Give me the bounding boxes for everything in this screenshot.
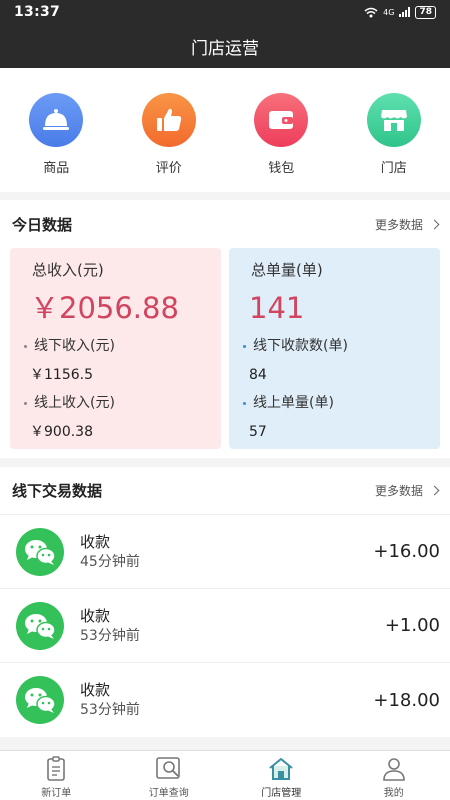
network-label: 4G <box>383 7 395 17</box>
home-icon <box>267 755 295 783</box>
quick-action-store[interactable]: 门店 <box>338 68 450 192</box>
quick-action-products[interactable]: 商品 <box>0 68 113 192</box>
header: 门店运营 <box>0 24 450 68</box>
transaction-row[interactable]: 收款 53分钟前 +18.00 <box>0 663 450 737</box>
online-orders-value: 57 <box>249 424 267 440</box>
offline-orders-label: 线下收款数(单) <box>253 338 348 354</box>
bullet-dot <box>24 344 27 348</box>
wechat-icon <box>16 527 64 576</box>
search-list-icon <box>155 755 183 783</box>
wifi-icon <box>364 7 378 17</box>
quick-action-label: 钱包 <box>268 161 295 176</box>
bullet-dot <box>24 401 27 405</box>
transaction-title: 收款 <box>80 532 111 551</box>
tab-label: 订单查询 <box>148 787 189 799</box>
wechat-icon <box>16 601 64 650</box>
more-data-link[interactable]: 更多数据 <box>374 482 440 499</box>
transaction-amount: +1.00 <box>384 615 440 636</box>
online-income-label: 线上收入(元) <box>34 395 115 411</box>
transaction-row[interactable]: 收款 45分钟前 +16.00 <box>0 515 450 589</box>
orders-title: 总单量(单) <box>251 261 323 279</box>
signal-icon <box>399 7 411 17</box>
bottom-tab-bar: 新订单 订单查询 门店管理 我的 <box>0 750 450 800</box>
store-icon <box>366 93 421 147</box>
online-orders-label: 线上单量(单) <box>253 395 334 411</box>
online-income-value: ￥900.38 <box>30 424 93 440</box>
quick-action-wallet[interactable]: 钱包 <box>225 68 338 192</box>
transaction-time: 45分钟前 <box>80 553 140 570</box>
quick-action-reviews[interactable]: 评价 <box>113 68 226 192</box>
today-data-section: 今日数据 更多数据 总收入(元) ￥2056.88 线下收入(元) ￥1156.… <box>0 200 450 458</box>
thumbs-up-icon <box>141 93 196 147</box>
dome-icon <box>29 93 84 147</box>
offline-transactions-section: 线下交易数据 更多数据 收款 45分钟前 +16.00 收款 53分钟前 +1.… <box>0 467 450 737</box>
status-bar: 13:37 4G 78 <box>0 0 450 24</box>
tab-order-search[interactable]: 订单查询 <box>113 751 226 800</box>
online-income-row: 线上收入(元) <box>24 393 221 413</box>
transaction-amount: +18.00 <box>373 689 440 711</box>
orders-total: 141 <box>249 291 305 325</box>
transaction-title: 收款 <box>80 681 111 699</box>
document-icon <box>42 755 70 783</box>
section-title: 今日数据 <box>12 215 73 234</box>
chevron-right-icon <box>429 485 440 496</box>
status-time: 13:37 <box>14 4 61 20</box>
online-orders-row: 线上单量(单) <box>243 393 440 413</box>
tab-profile[interactable]: 我的 <box>338 751 450 800</box>
tab-label: 新订单 <box>41 787 72 799</box>
transaction-time: 53分钟前 <box>80 627 140 644</box>
offline-income-label: 线下收入(元) <box>34 338 115 354</box>
status-icons: 4G 78 <box>364 5 436 19</box>
tab-label: 我的 <box>383 787 404 799</box>
income-card[interactable]: 总收入(元) ￥2056.88 线下收入(元) ￥1156.5 线上收入(元) … <box>10 248 221 449</box>
wallet-icon <box>254 93 309 147</box>
more-data-label: 更多数据 <box>374 217 423 232</box>
quick-actions: 商品 评价 钱包 门店 <box>0 68 450 192</box>
tab-new-orders[interactable]: 新订单 <box>0 751 113 800</box>
bullet-dot <box>243 344 246 348</box>
section-title: 线下交易数据 <box>12 482 103 500</box>
income-total: ￥2056.88 <box>30 291 179 325</box>
tab-store-management[interactable]: 门店管理 <box>225 751 338 800</box>
offline-income-value: ￥1156.5 <box>30 367 93 383</box>
battery-icon: 78 <box>415 5 436 19</box>
transaction-row[interactable]: 收款 53分钟前 +1.00 <box>0 589 450 663</box>
wechat-icon <box>16 676 64 724</box>
transaction-time: 53分钟前 <box>80 702 140 718</box>
offline-orders-row: 线下收款数(单) <box>243 336 440 356</box>
income-title: 总收入(元) <box>32 261 104 279</box>
orders-card[interactable]: 总单量(单) 141 线下收款数(单) 84 线上单量(单) 57 <box>229 248 440 449</box>
page-title: 门店运营 <box>191 38 259 59</box>
offline-orders-value: 84 <box>249 367 267 383</box>
quick-action-label: 商品 <box>43 161 70 176</box>
offline-transactions-header: 线下交易数据 更多数据 <box>0 467 450 515</box>
quick-action-label: 评价 <box>155 161 182 176</box>
bullet-dot <box>243 401 246 405</box>
offline-income-row: 线下收入(元) <box>24 336 221 356</box>
quick-action-label: 门店 <box>380 161 407 176</box>
tab-label: 门店管理 <box>261 787 302 799</box>
transaction-title: 收款 <box>80 606 111 625</box>
user-icon <box>380 755 408 783</box>
more-data-label: 更多数据 <box>374 484 423 498</box>
today-data-header: 今日数据 更多数据 <box>0 200 450 248</box>
chevron-right-icon <box>429 219 440 229</box>
more-data-link[interactable]: 更多数据 <box>374 216 440 233</box>
transaction-amount: +16.00 <box>373 541 440 562</box>
